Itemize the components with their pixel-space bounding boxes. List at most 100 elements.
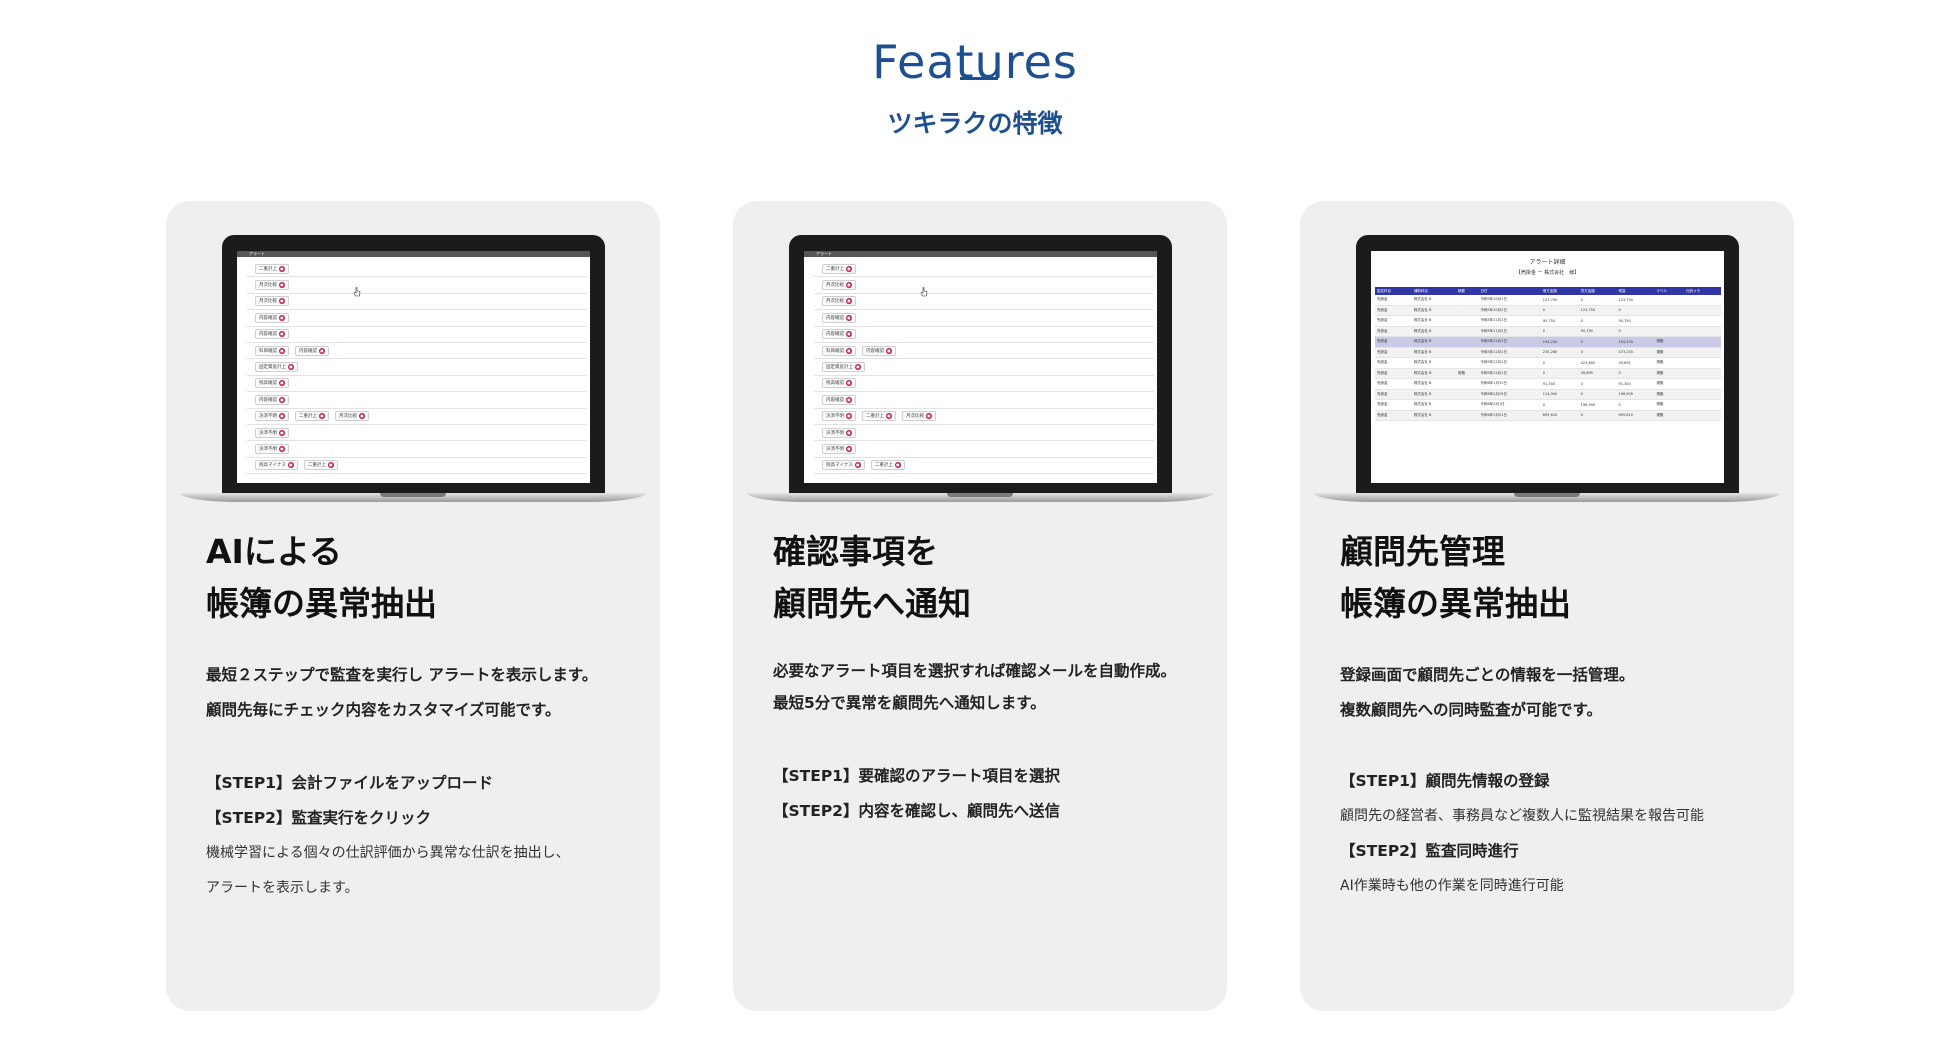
alert-chip[interactable]: 月次比較 ● [822,280,856,291]
card-heading: AIによる 帳簿の異常抽出 [206,532,437,623]
table-cell: 90,750 [1616,315,1655,327]
alert-row: 決済不明 ● [814,441,1154,458]
alert-row: 残高マイナス ● 二重計上 ● [247,458,587,475]
alert-chip[interactable]: 内容確認 ● [255,312,289,323]
alert-chip[interactable]: 内容確認 ● [295,345,329,356]
alert-chip[interactable]: 決済不明 ● [822,427,856,438]
alert-chip[interactable]: 決済不明 ● [255,443,289,454]
alert-chip[interactable]: 二重計上 ● [255,263,289,274]
card-heading: 確認事項を 顧問先へ通知 [773,532,971,623]
alert-dot-icon: ● [846,413,852,420]
alert-chip-label: 二重計上 [866,414,884,420]
table-cell: 0 [1616,368,1655,379]
alert-chip[interactable]: 内容確認 ● [822,312,856,323]
alert-chip[interactable]: 月次比較 ● [255,280,289,291]
table-cell: 売掛金 [1375,326,1412,337]
alert-chip[interactable]: 決済不明 ● [822,443,856,454]
alert-chip[interactable]: 二重計上 ● [870,460,905,471]
alert-chip[interactable]: 月次比較 ● [902,411,936,422]
alert-dot-icon: ● [846,265,852,272]
table-cell: 規格 [1654,399,1685,411]
alert-chip[interactable]: 内容確認 ● [822,329,856,340]
table-cell [1654,295,1685,306]
alert-chip[interactable]: 固定資産計上 ● [822,362,865,373]
table-row[interactable]: 売掛金 株式会社 B 令和5年11月1日 90,750 0 90,750 [1375,315,1721,327]
feature-card-client-management: アラート詳細 【売掛金 ー 株式会社 様】 勘定科目 補助科目 摘要 日付 借方金額 貸方… [1300,201,1794,1011]
alert-chip[interactable]: 決済不明 ● [255,411,289,422]
alert-chip[interactable]: 固定資産計上 ● [255,362,298,373]
alert-dot-icon: ● [279,429,285,436]
table-row[interactable]: 売掛金 株式会社 B 令和5年12月1日 235,260 0 473,250 規格 [1375,347,1721,358]
table-row[interactable]: 売掛金 株式会社 B 令和5年12月1日 0 423,600 49,695 規格 [1375,357,1721,369]
alert-dot-icon: ● [846,282,852,289]
table-row[interactable]: 売掛金 株式会社 B 令和5年10月2日 0 123,750 0 [1375,305,1721,316]
alert-chip[interactable]: 二重計上 ● [295,411,329,422]
table-row[interactable]: 売掛金 株式会社 B 令和6年1月31日 91,300 0 91,300 規格 [1375,378,1721,390]
table-row[interactable]: 売掛金 株式会社 B 令和6年3月1日 0 196,900 0 規格 [1375,399,1721,411]
alert-chip-label: 二重計上 [826,266,844,272]
alert-chip[interactable]: 月次比較 ● [822,296,856,307]
alert-dot-icon: ● [327,462,334,469]
alert-chip[interactable]: 内容確認 ● [255,394,289,405]
alert-chip[interactable]: 内容確認 ● [255,329,289,340]
alert-chip[interactable]: 月次比較 ● [335,411,369,422]
table-cell: 株式会社 B [1411,315,1456,327]
table-row[interactable]: 売掛金 株式会社 B 令和5年10月1日 123,750 0 123,750 [1375,295,1721,306]
alert-chip[interactable]: 決済不明 ● [822,411,856,422]
table-row[interactable]: 売掛金 株式会社 B 令和6年2月29日 114,900 0 196,900 規格 [1375,389,1721,400]
alert-chip[interactable]: 残高マイナス ● [255,460,298,471]
alert-list: 二重計上 ● 月次比較 ● 月次比較 ● 内容確認 ● 内容確認 ● 科目確認 ● 内容確認 ● 固定資産計… [247,261,587,475]
table-cell [1684,389,1721,400]
alert-chip[interactable]: 科目確認 ● [255,345,289,356]
table-cell: 株式会社 B [1411,410,1456,421]
alert-chip[interactable]: 残高確認 ● [255,378,289,389]
table-cell: 売掛金 [1375,336,1412,348]
table-cell: 令和6年3月31日 [1478,410,1541,421]
hand-cursor-icon [920,287,928,297]
alert-chip[interactable]: 二重計上 ● [822,263,856,274]
alert-dot-icon: ● [279,413,285,420]
alert-chip[interactable]: 内容確認 ● [822,394,856,405]
table-cell: 473,250 [1616,347,1655,358]
alert-chip[interactable]: 残高マイナス ● [822,460,865,471]
alert-chip-label: 月次比較 [826,299,844,305]
table-cell: 123,750 [1578,305,1617,316]
table-cell [1684,410,1721,421]
alert-chip-label: 科目確認 [826,348,844,354]
table-cell: 123,750 [1616,295,1655,306]
table-cell: 売掛金 [1375,389,1412,400]
table-header-row: 勘定科目 補助科目 摘要 日付 借方金額 貸方金額 残高 ラベル 仕訳メモ [1375,287,1721,295]
alert-chip[interactable]: 内容確認 ● [862,345,896,356]
alert-chip[interactable]: 科目確認 ● [822,345,856,356]
screen-header-label: アラート [249,251,265,256]
step-note: アラートを表示します。 [206,880,359,896]
table-row[interactable]: 売掛金 株式会社 B 令和6年3月31日 695,610 0 695,610 規格 [1375,410,1721,421]
alert-chip-label: 残高マイナス [826,463,853,469]
section-subtitle: ツキラクの特徴 [887,109,1063,138]
table-row[interactable]: 売掛金 株式会社 B 令和5年11月2日 0 90,750 0 [1375,326,1721,337]
table-cell [1684,336,1721,348]
step-2: 【STEP2】内容を確認し、顧問先へ送信 [773,802,1060,820]
alert-chip[interactable]: 残高確認 ● [822,378,856,389]
alert-chip[interactable]: 決済不明 ● [255,427,289,438]
table-cell [1455,410,1479,421]
table-cell: 令和5年12月1日 [1478,368,1541,379]
table-cell: 株式会社 B [1411,389,1456,400]
alert-dot-icon: ● [846,298,852,305]
table-row[interactable]: 売掛金 株式会社 B 令和5年12月1日 194,250 0 194,250 規格 [1375,336,1721,348]
table-cell: 0 [1578,347,1617,358]
table-cell [1455,347,1479,358]
alert-row: 決済不明 ● [247,441,587,458]
table-cell: 売掛金 [1375,347,1412,358]
table-cell [1455,305,1479,316]
table-row[interactable]: 売掛金 株式会社 B 規格 令和5年12月1日 0 49,695 0 規格 [1375,368,1721,379]
alert-chip[interactable]: 二重計上 ● [303,460,338,471]
table-cell [1684,315,1721,327]
alert-dot-icon: ● [854,462,861,469]
table-cell: 194,250 [1616,336,1655,348]
alert-chip-label: 内容確認 [259,397,277,403]
alert-chip[interactable]: 月次比較 ● [255,296,289,307]
step-2: 【STEP2】監査実行をクリック [206,809,431,827]
alert-chip[interactable]: 二重計上 ● [862,411,896,422]
alert-chip-label: 内容確認 [826,315,844,321]
